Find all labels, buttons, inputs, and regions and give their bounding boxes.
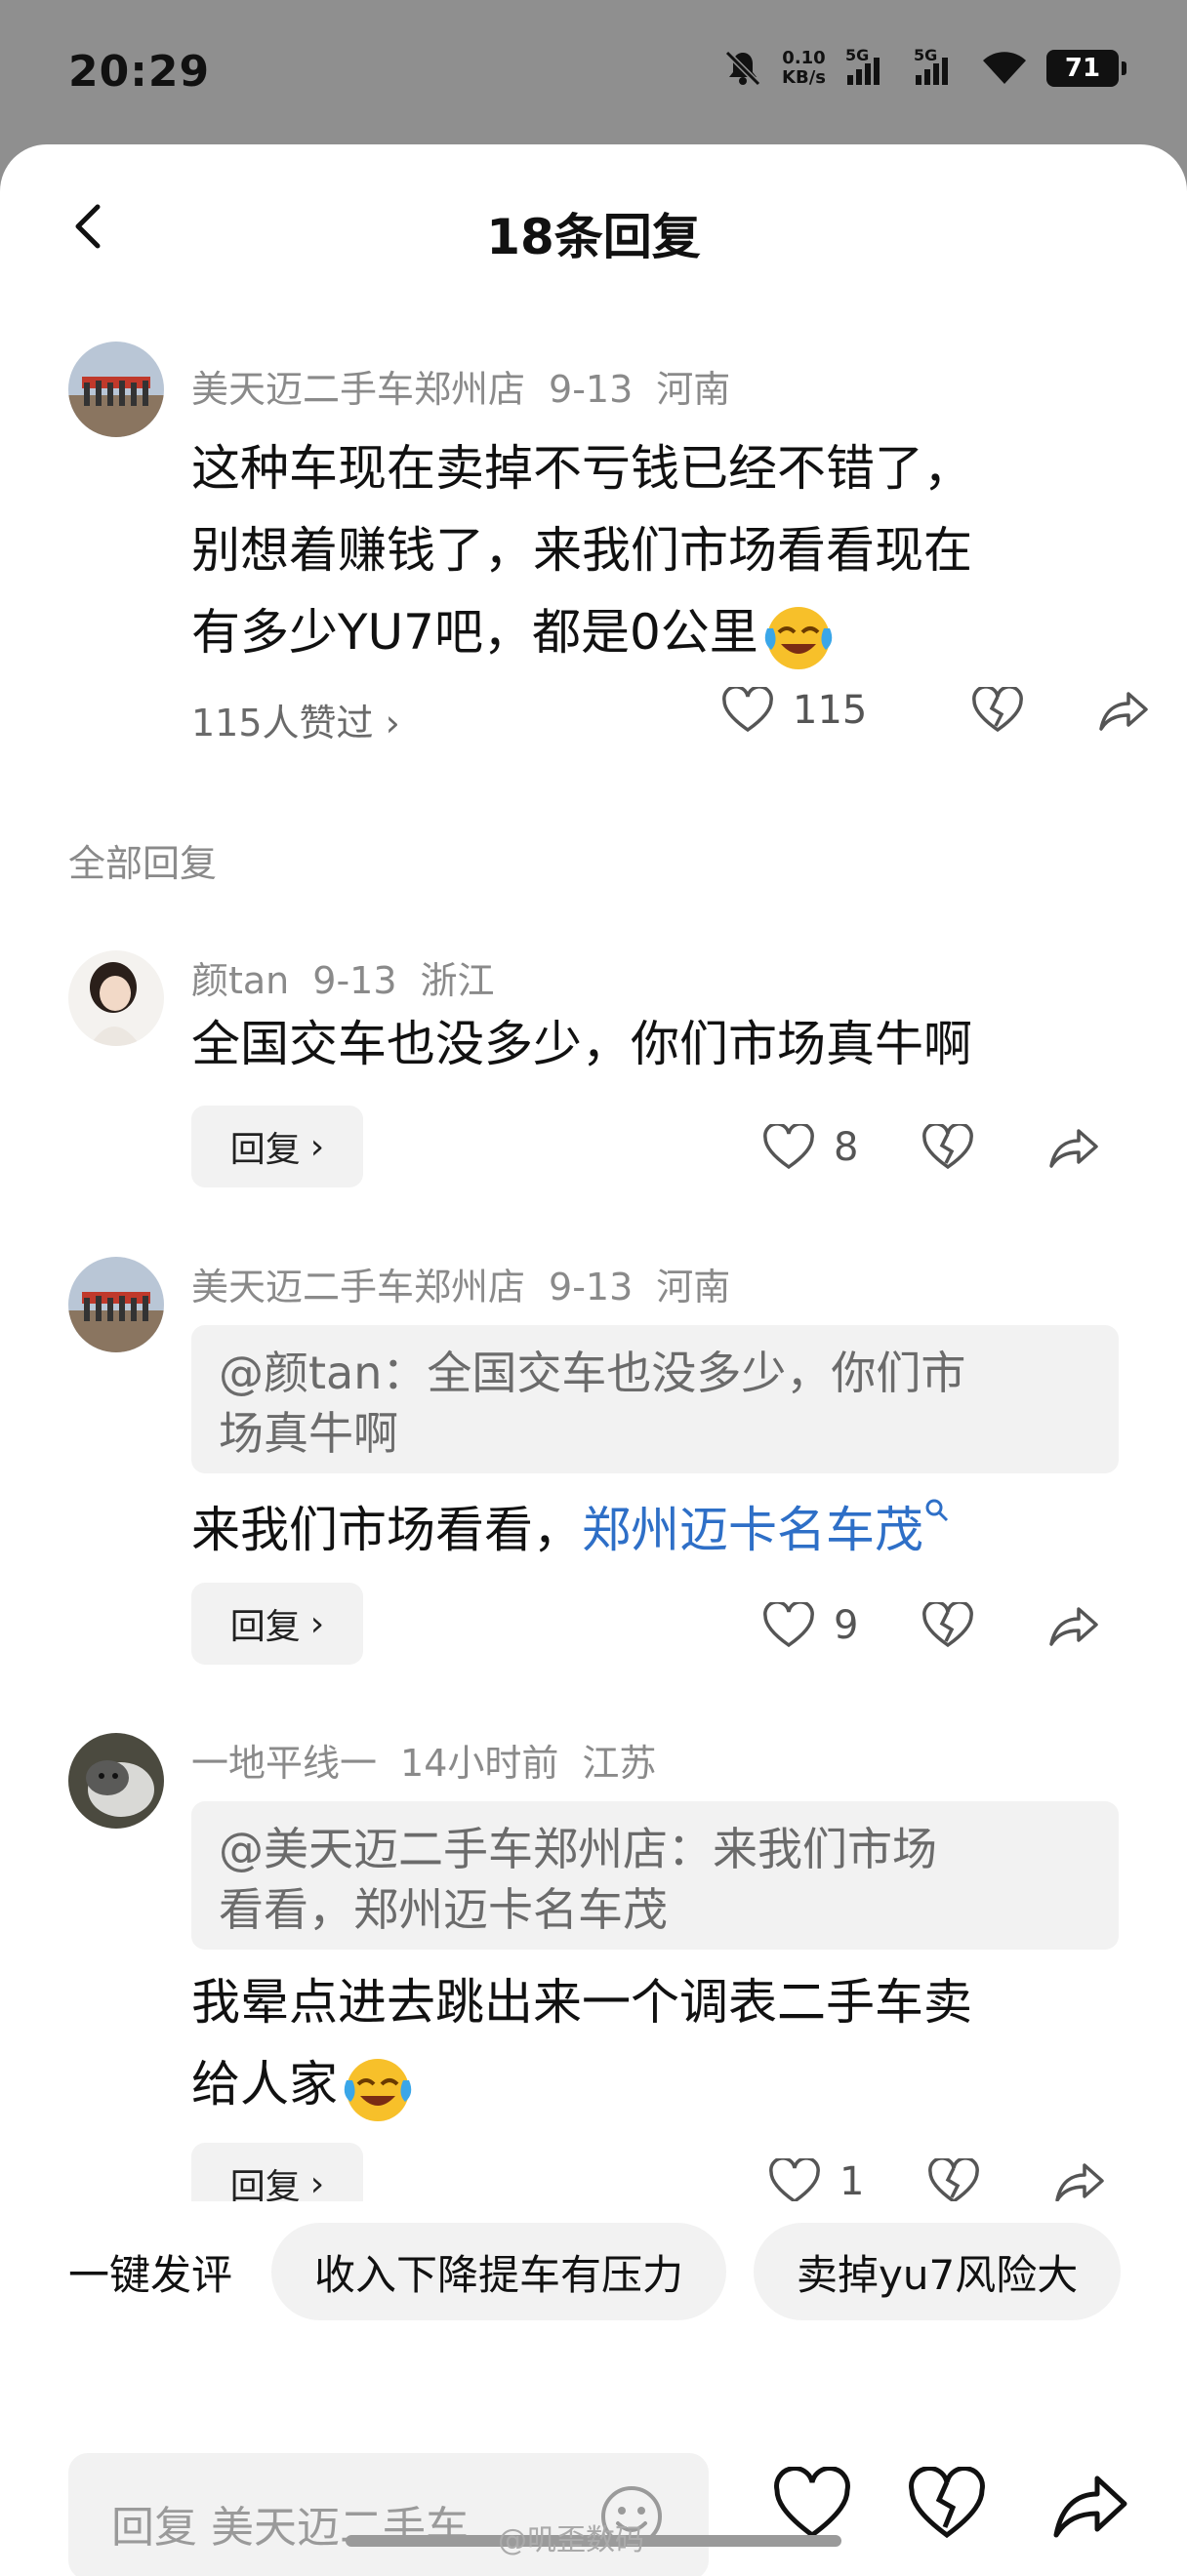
laugh-cry-emoji-icon — [764, 606, 833, 669]
comment-text: 我晕点进去跳出来一个调表二手车卖 给人家 — [191, 1961, 1109, 2125]
quick-reply-chip[interactable]: 卖掉yu7风险大 — [754, 2223, 1122, 2320]
reply-button[interactable]: 回复 › — [191, 1106, 363, 1187]
search-icon — [925, 1499, 949, 1522]
comment-location: 江苏 — [582, 1742, 657, 1785]
author-name[interactable]: 颜tan — [191, 959, 289, 1002]
share-icon[interactable] — [1097, 688, 1150, 733]
heart-icon[interactable] — [773, 2467, 851, 2545]
heart-icon — [763, 1602, 814, 1648]
broken-heart-icon[interactable] — [922, 1124, 974, 1171]
like-button[interactable]: 1 — [769, 2158, 864, 2205]
like-button[interactable]: 8 — [763, 1124, 858, 1171]
status-icons: 0.10 KB/s 5G 5G 71 — [723, 46, 1126, 88]
avatar[interactable] — [68, 1733, 164, 1829]
comment-meta: 美天迈二手车郑州店 9-13 河南 — [191, 1257, 754, 1310]
broken-heart-icon[interactable] — [972, 687, 1024, 734]
comment-location: 河南 — [656, 368, 731, 411]
comment-date: 14小时前 — [400, 1742, 559, 1785]
share-icon[interactable] — [1050, 2467, 1128, 2545]
status-bar: 20:29 0.10 KB/s 5G 5G 71 — [0, 0, 1187, 146]
chevron-right-icon: › — [309, 2163, 325, 2204]
avatar[interactable] — [68, 950, 164, 1046]
comment-actions: 115 — [722, 687, 1150, 734]
watermark: @叽歪数码 — [498, 2523, 644, 2557]
quoted-comment[interactable]: @美天迈二手车郑州店：来我们市场 看看，郑州迈卡名车茂 — [191, 1801, 1119, 1950]
broken-heart-icon[interactable] — [908, 2467, 986, 2545]
quoted-comment[interactable]: @颜tan：全国交车也没多少，你们市 场真牛啊 — [191, 1325, 1119, 1473]
author-name[interactable]: 一地平线一 — [191, 1742, 377, 1785]
location-link[interactable]: 郑州迈卡名车茂 — [582, 1499, 951, 1558]
comment-actions: 8 — [763, 1124, 1100, 1171]
comment-actions: 9 — [763, 1602, 1100, 1649]
like-button[interactable]: 115 — [722, 687, 867, 734]
comment-location: 河南 — [656, 1266, 731, 1308]
quick-reply-label: 一键发评 — [68, 2250, 233, 2299]
comment-date: 9-13 — [549, 368, 634, 411]
reply-button[interactable]: 回复 › — [191, 1583, 363, 1665]
avatar[interactable] — [68, 342, 164, 437]
comment-date: 9-13 — [312, 959, 397, 1002]
comment-text: 来我们市场看看，郑州迈卡名车茂 — [191, 1489, 951, 1571]
bottom-bar: 一键发评 收入下降提车有压力 卖掉yu7风险大 回复 美天迈二手车… @叽歪数码 — [0, 2201, 1187, 2576]
status-time: 20:29 — [68, 47, 211, 97]
signal-1-icon: 5G — [845, 46, 894, 85]
comment-meta: 一地平线一 14小时前 江苏 — [191, 1733, 679, 1787]
laugh-cry-emoji-icon — [344, 2058, 412, 2121]
broken-heart-icon[interactable] — [922, 1602, 974, 1649]
liked-by-link[interactable]: 115人赞过 › — [191, 693, 400, 746]
sheet-header: 18条回复 — [0, 144, 1187, 310]
chevron-right-icon: › — [309, 1126, 325, 1167]
author-name[interactable]: 美天迈二手车郑州店 — [191, 368, 525, 411]
comment-meta: 颜tan 9-13 浙江 — [191, 950, 518, 1004]
comment-date: 9-13 — [549, 1266, 634, 1308]
replies-sheet: 18条回复 美天迈二手车郑州店 9-13 河南 这种车现在卖掉不亏钱已经不错了， 别… — [0, 144, 1187, 2576]
heart-icon — [763, 1124, 814, 1170]
chevron-right-icon: › — [309, 1603, 325, 1644]
comment-meta: 美天迈二手车郑州店 9-13 河南 — [191, 359, 754, 413]
network-speed: 0.10 KB/s — [782, 48, 826, 88]
page-title: 18条回复 — [486, 209, 701, 265]
chevron-right-icon: › — [385, 702, 400, 745]
share-icon[interactable] — [1047, 1125, 1100, 1170]
comment-text: 这种车现在卖掉不亏钱已经不错了， 别想着赚钱了，来我们市场看看现在 有多少YU7… — [191, 427, 1109, 673]
heart-icon — [769, 2158, 820, 2204]
battery-icon: 71 — [1046, 50, 1126, 87]
signal-2-icon: 5G — [914, 46, 962, 85]
comment-actions: 1 — [769, 2158, 1106, 2205]
comment-text: 全国交车也没多少，你们市场真牛啊 — [191, 1016, 972, 1072]
comment-location: 浙江 — [420, 959, 495, 1002]
quick-reply-bar: 一键发评 收入下降提车有压力 卖掉yu7风险大 — [68, 2223, 1187, 2320]
like-button[interactable]: 9 — [763, 1602, 858, 1649]
share-icon[interactable] — [1053, 2159, 1106, 2204]
avatar[interactable] — [68, 1257, 164, 1352]
wifi-icon — [983, 52, 1026, 84]
author-name[interactable]: 美天迈二手车郑州店 — [191, 1266, 525, 1308]
mute-bell-icon — [724, 50, 761, 87]
share-icon[interactable] — [1047, 1603, 1100, 1648]
broken-heart-icon[interactable] — [928, 2158, 980, 2205]
section-label: 全部回复 — [68, 842, 218, 885]
quick-reply-chip[interactable]: 收入下降提车有压力 — [271, 2223, 727, 2320]
heart-icon — [722, 687, 773, 733]
